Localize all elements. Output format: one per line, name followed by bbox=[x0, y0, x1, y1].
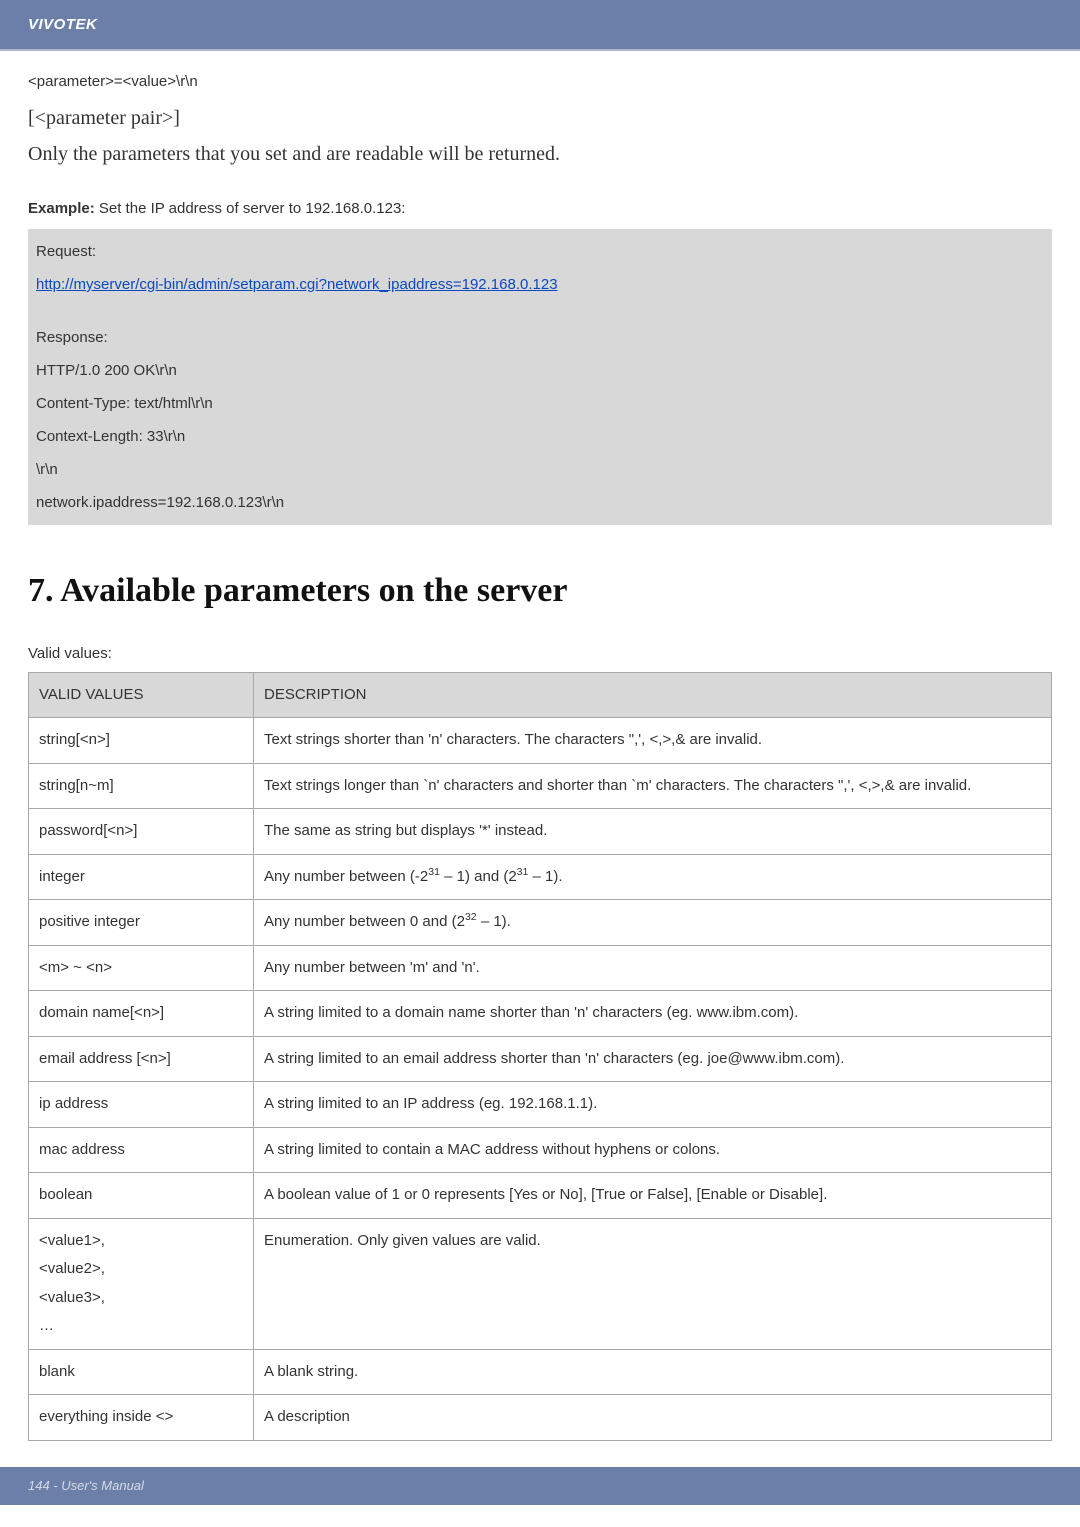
table-cell-value: everything inside <> bbox=[29, 1395, 254, 1441]
table-cell-desc: Enumeration. Only given values are valid… bbox=[254, 1218, 1052, 1349]
page-content: <parameter>=<value>\r\n [<parameter pair… bbox=[0, 51, 1080, 1451]
table-row: ip addressA string limited to an IP addr… bbox=[29, 1082, 1052, 1128]
table-row: integerAny number between (-231 – 1) and… bbox=[29, 854, 1052, 900]
table-row: blankA blank string. bbox=[29, 1349, 1052, 1395]
table-cell-value: integer bbox=[29, 854, 254, 900]
table-row: domain name[<n>]A string limited to a do… bbox=[29, 991, 1052, 1037]
table-cell-desc: A string limited to an IP address (eg. 1… bbox=[254, 1082, 1052, 1128]
table-cell-desc: The same as string but displays '*' inst… bbox=[254, 809, 1052, 855]
table-cell-desc: Text strings longer than `n' characters … bbox=[254, 763, 1052, 809]
section-heading: 7. Available parameters on the server bbox=[28, 567, 1052, 615]
brand-header: VIVOTEK bbox=[0, 0, 1080, 51]
table-cell-value: string[n~m] bbox=[29, 763, 254, 809]
table-cell-desc: A blank string. bbox=[254, 1349, 1052, 1395]
table-head-desc: DESCRIPTION bbox=[254, 672, 1052, 718]
table-cell-desc: A string limited to an email address sho… bbox=[254, 1036, 1052, 1082]
table-cell-value: blank bbox=[29, 1349, 254, 1395]
response-line-4: \r\n bbox=[36, 453, 1044, 486]
table-cell-desc: Text strings shorter than 'n' characters… bbox=[254, 718, 1052, 764]
table-cell-value: ip address bbox=[29, 1082, 254, 1128]
table-cell-value: boolean bbox=[29, 1173, 254, 1219]
table-row: everything inside <>A description bbox=[29, 1395, 1052, 1441]
page-footer: 144 - User's Manual bbox=[0, 1467, 1080, 1505]
table-row: password[<n>]The same as string but disp… bbox=[29, 809, 1052, 855]
request-url-link[interactable]: http://myserver/cgi-bin/admin/setparam.c… bbox=[36, 276, 558, 293]
valid-values-table: VALID VALUES DESCRIPTION string[<n>]Text… bbox=[28, 672, 1052, 1441]
example-bold: Example: bbox=[28, 200, 95, 217]
request-title: Request: bbox=[36, 235, 1044, 268]
table-cell-value: <m> ~ <n> bbox=[29, 945, 254, 991]
table-cell-desc: Any number between (-231 – 1) and (231 –… bbox=[254, 854, 1052, 900]
preamble-line-2: [<parameter pair>] bbox=[28, 104, 1052, 132]
brand-text: VIVOTEK bbox=[28, 16, 97, 33]
example-label: Example: Set the IP address of server to… bbox=[28, 198, 1052, 219]
table-row: string[n~m]Text strings longer than `n' … bbox=[29, 763, 1052, 809]
table-cell-desc: A description bbox=[254, 1395, 1052, 1441]
valid-values-label: Valid values: bbox=[28, 643, 1052, 664]
table-row: string[<n>]Text strings shorter than 'n'… bbox=[29, 718, 1052, 764]
table-row: <m> ~ <n>Any number between 'm' and 'n'. bbox=[29, 945, 1052, 991]
table-cell-desc: A string limited to a domain name shorte… bbox=[254, 991, 1052, 1037]
preamble-line-3: Only the parameters that you set and are… bbox=[28, 140, 1052, 168]
response-line-1: HTTP/1.0 200 OK\r\n bbox=[36, 354, 1044, 387]
table-cell-desc: A boolean value of 1 or 0 represents [Ye… bbox=[254, 1173, 1052, 1219]
table-cell-desc: Any number between 0 and (232 – 1). bbox=[254, 900, 1052, 946]
request-box: Request: http://myserver/cgi-bin/admin/s… bbox=[28, 229, 1052, 525]
table-cell-value: positive integer bbox=[29, 900, 254, 946]
table-cell-value: email address [<n>] bbox=[29, 1036, 254, 1082]
preamble-line-1: <parameter>=<value>\r\n bbox=[28, 71, 1052, 92]
table-head-values: VALID VALUES bbox=[29, 672, 254, 718]
response-title: Response: bbox=[36, 321, 1044, 354]
response-line-3: Context-Length: 33\r\n bbox=[36, 420, 1044, 453]
table-cell-value: <value1>, <value2>, <value3>, … bbox=[29, 1218, 254, 1349]
table-cell-value: mac address bbox=[29, 1127, 254, 1173]
response-line-2: Content-Type: text/html\r\n bbox=[36, 387, 1044, 420]
table-row: booleanA boolean value of 1 or 0 represe… bbox=[29, 1173, 1052, 1219]
footer-text: 144 - User's Manual bbox=[28, 1478, 144, 1493]
table-row: mac addressA string limited to contain a… bbox=[29, 1127, 1052, 1173]
table-cell-value: string[<n>] bbox=[29, 718, 254, 764]
table-row: <value1>, <value2>, <value3>, …Enumerati… bbox=[29, 1218, 1052, 1349]
example-rest: Set the IP address of server to 192.168.… bbox=[95, 200, 406, 217]
table-cell-desc: A string limited to contain a MAC addres… bbox=[254, 1127, 1052, 1173]
response-line-5: network.ipaddress=192.168.0.123\r\n bbox=[36, 486, 1044, 519]
table-cell-desc: Any number between 'm' and 'n'. bbox=[254, 945, 1052, 991]
table-row: email address [<n>]A string limited to a… bbox=[29, 1036, 1052, 1082]
table-cell-value: domain name[<n>] bbox=[29, 991, 254, 1037]
table-cell-value: password[<n>] bbox=[29, 809, 254, 855]
table-row: positive integerAny number between 0 and… bbox=[29, 900, 1052, 946]
